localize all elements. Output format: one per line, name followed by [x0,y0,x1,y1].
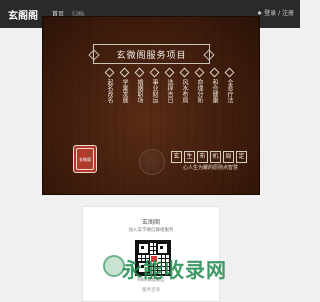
motto-cell: 机 [210,151,221,163]
taiji-icon [139,149,165,175]
service-item-text: 学業发展 [121,79,128,103]
diamond-ornament-icon [194,67,205,78]
motto-cell: 玄 [171,151,182,163]
service-item-text: 和合健康 [211,79,218,103]
service-column-9: 全息疗法 [224,67,235,115]
diamond-ornament-icon [164,67,175,78]
watermark-text: 永能收录网 [122,258,227,282]
contact-card-footer: 服务咨询 [142,288,160,293]
diamond-ornament-icon [179,67,190,78]
login-register-link[interactable]: ♠ 登录 / 注册 [257,8,294,17]
service-column-2: 学業发展 [119,67,130,115]
service-item-text: 全息疗法 [226,79,233,103]
service-column-4: 事业财运 [149,67,160,115]
motto-cell: 局 [223,151,234,163]
contact-card-subtitle: 加入玄学微信群组服务 [128,228,174,233]
seal-text: 玄微阁 [76,148,94,170]
service-column-6: 风水布局 [179,67,190,115]
service-item-text: 选择吉日 [166,79,173,103]
motto-cell: 布 [197,151,208,163]
service-column-5: 选择吉日 [164,67,175,115]
service-column-8: 和合健康 [209,67,220,115]
motto-cell: 定 [236,151,247,163]
diamond-ornament-icon [104,67,115,78]
service-column-7: 命理分析 [194,67,205,115]
diamond-ornament-icon [224,67,235,78]
service-column-3: 婚姻职场 [134,67,145,115]
motto-cell: 生 [184,151,195,163]
service-item-text: 风水布局 [181,79,188,103]
red-seal-stamp: 玄微阁 [73,145,97,173]
site-brand[interactable]: 玄阁阁 [8,7,38,22]
contact-card-title: 玄阁阁 [141,219,160,226]
motto-subtext: 心人生为聚的原则点智慧 [183,165,239,171]
service-column-1: 起名改名 [104,67,115,115]
board-title: 玄微阁服务项目 [93,44,210,64]
service-item-text: 起名改名 [106,79,113,103]
diamond-ornament-icon [209,67,220,78]
diamond-ornament-icon [134,67,145,78]
diamond-ornament-icon [119,67,130,78]
service-item-text: 命理分析 [196,79,203,103]
service-item-text: 事业财运 [151,79,158,103]
service-board: 玄微阁服务项目 起名改名 学業发展 婚姻职场 事业财运 选择吉日 风水布局 命理… [42,16,260,195]
motto-row: 玄 生 布 机 局 定 [171,151,247,163]
diamond-ornament-icon [149,67,160,78]
service-item-text: 婚姻职场 [136,79,143,103]
